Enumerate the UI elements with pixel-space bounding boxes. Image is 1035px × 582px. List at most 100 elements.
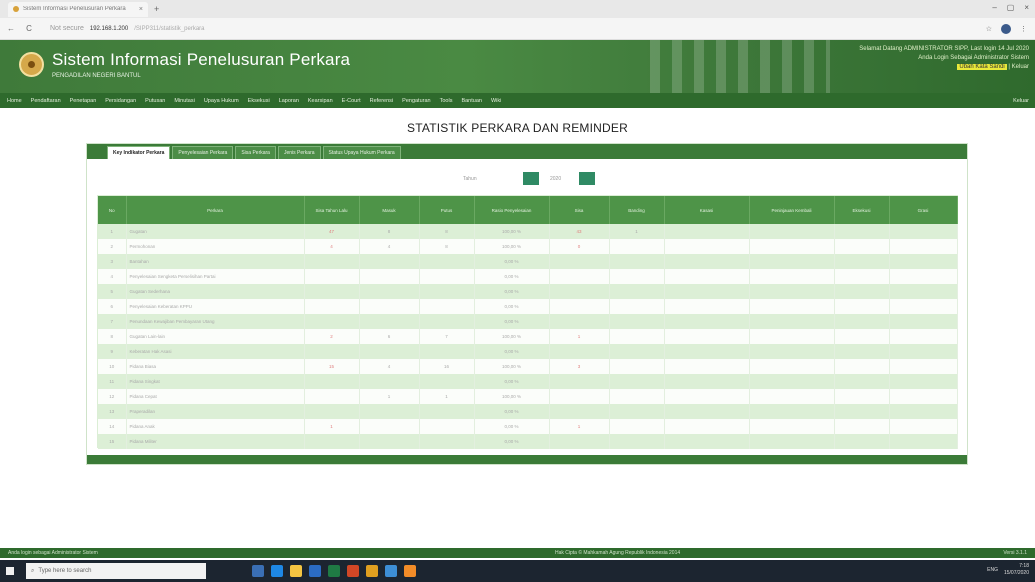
table-cell (359, 269, 420, 284)
table-cell (834, 254, 890, 269)
menu-item-home[interactable]: Home (7, 98, 22, 104)
file-explorer-icon[interactable] (290, 565, 302, 577)
profile-avatar[interactable] (1001, 23, 1011, 34)
column-header[interactable]: Sisa Tahun Lalu (304, 196, 360, 224)
close-window-button[interactable]: × (1024, 3, 1029, 12)
menu-item-persidangan[interactable]: Persidangan (105, 98, 136, 104)
menu-item-putusan[interactable]: Putusan (145, 98, 165, 104)
store-icon[interactable] (385, 565, 397, 577)
table-row[interactable]: 9 Keberatan Hak Asasi 0,00 % (98, 344, 958, 359)
table-row[interactable]: 5 Gugatan Sederhana 0,00 % (98, 284, 958, 299)
table-row[interactable]: 3 Bantahan 0,00 % (98, 254, 958, 269)
browser-tab[interactable]: Sistem Informasi Penelusuran Perkara × (8, 1, 148, 17)
tab-close-icon[interactable]: × (139, 6, 143, 13)
word-icon[interactable] (309, 565, 321, 577)
menu-item-eksekusi[interactable]: Eksekusi (248, 98, 270, 104)
table-row[interactable]: 15 Pidana Militer 0,00 % (98, 434, 958, 449)
menu-item-upaya-hukum[interactable]: Upaya Hukum (204, 98, 239, 104)
menu-item-bantuan[interactable]: Bantuan (461, 98, 482, 104)
start-icon[interactable] (0, 560, 20, 582)
column-header[interactable]: Grasi (889, 196, 958, 224)
table-cell (889, 254, 958, 269)
table-cell (664, 314, 750, 329)
table-cell (419, 254, 475, 269)
menu-item-pengaturan[interactable]: Pengaturan (402, 98, 430, 104)
change-password-link[interactable]: Ubah Kata Sandi (957, 64, 1007, 70)
table-cell (304, 404, 360, 419)
table-cell (749, 284, 835, 299)
browser-menu-icon[interactable]: ⋮ (1020, 25, 1027, 33)
table-row[interactable]: 11 Pidana Singkat 0,00 % (98, 374, 958, 389)
taskbar-search[interactable]: ⌕ Type here to search (26, 563, 206, 579)
new-tab-button[interactable]: + (154, 4, 159, 14)
table-row[interactable]: 14 Pidana Anak 1 0,00 % 1 (98, 419, 958, 434)
minimize-button[interactable]: – (992, 3, 996, 12)
maximize-button[interactable]: ▢ (1007, 3, 1015, 12)
menu-item-laporan[interactable]: Laporan (279, 98, 299, 104)
column-header[interactable]: Perkara (126, 196, 305, 224)
table-cell (304, 254, 360, 269)
prev-year-button[interactable] (523, 172, 539, 185)
tab-penyelesaian[interactable]: Penyelesaian Perkara (172, 146, 234, 159)
column-header[interactable]: No (98, 196, 127, 224)
table-row[interactable]: 13 Praperadilan 0,00 % (98, 404, 958, 419)
task-view-icon[interactable] (252, 565, 264, 577)
table-cell (609, 434, 665, 449)
column-header[interactable]: Sisa (549, 196, 610, 224)
back-button[interactable]: ← (4, 24, 18, 33)
table-row[interactable]: 8 Gugatan Lain-lain 2 6 7 100,00 % 1 (98, 329, 958, 344)
language-indicator[interactable]: ENG (987, 567, 998, 573)
url-path: /SIPP311/statistik_perkara (134, 25, 205, 32)
menu-item-penetapan[interactable]: Penetapan (70, 98, 97, 104)
next-year-button[interactable] (579, 172, 595, 185)
menu-item-wiki[interactable]: Wiki (491, 98, 501, 104)
tab-status-upaya-hukum[interactable]: Status Upaya Hukum Perkara (322, 146, 401, 159)
menu-item-referensi[interactable]: Referensi (370, 98, 394, 104)
menu-item-kearsipan[interactable]: Kearsipan (308, 98, 333, 104)
bookmark-star-icon[interactable]: ☆ (986, 25, 992, 33)
chrome-icon[interactable] (366, 565, 378, 577)
tab-sisa-perkara[interactable]: Sisa Perkara (235, 146, 276, 159)
table-row[interactable]: 12 Pidana Cepat 1 1 100,00 % (98, 389, 958, 404)
app-icon[interactable] (404, 565, 416, 577)
tab-jenis-perkara[interactable]: Jenis Perkara (277, 146, 321, 159)
case-type-cell: Pidana Singkat (126, 374, 305, 389)
table-row[interactable]: 7 Penundaan Kewajiban Pembayaran Utang 0,0… (98, 314, 958, 329)
column-header[interactable]: Kasasi (664, 196, 750, 224)
table-row[interactable]: 10 Pidana Biasa 15 4 16 100,00 % 3 (98, 359, 958, 374)
column-header[interactable]: Putus (419, 196, 475, 224)
case-type-cell: Praperadilan (126, 404, 305, 419)
clock[interactable]: 7:18 15/07/2020 (1004, 563, 1029, 577)
table-cell (749, 404, 835, 419)
logout-link[interactable]: | Keluar (1007, 64, 1029, 70)
menu-item-ecourt[interactable]: E-Court (342, 98, 361, 104)
table-cell: 9 (98, 344, 127, 359)
tab-key-indikator[interactable]: Key Indikator Perkara (107, 146, 171, 159)
table-row[interactable]: 2 Permohonan 4 4 8 100,00 % 0 (98, 239, 958, 254)
table-row[interactable]: 4 Penyelesaian Sengketa Perselisihan Part… (98, 269, 958, 284)
case-type-cell: Penyelesaian Sengketa Perselisihan Parta… (126, 269, 305, 284)
column-header[interactable]: Banding (609, 196, 665, 224)
reload-button[interactable]: C (22, 24, 36, 33)
menu-item-pendaftaran[interactable]: Pendaftaran (31, 98, 61, 104)
menu-item-keluar[interactable]: Keluar (1013, 98, 1029, 104)
edge-icon[interactable] (271, 565, 283, 577)
menu-item-minutasi[interactable]: Minutasi (174, 98, 194, 104)
table-row[interactable]: 1 Gugatan 47 8 8 100,00 % 43 1 (98, 224, 958, 239)
table-cell (889, 419, 958, 434)
url-input[interactable]: Not secure 192.168.1.200 /SIPP311/statis… (46, 21, 866, 36)
court-logo-icon[interactable] (19, 52, 44, 77)
column-header[interactable]: Eksekusi (834, 196, 890, 224)
column-header[interactable]: Peninjauan Kembali (749, 196, 835, 224)
statistics-card: Key Indikator Perkara Penyelesaian Perka… (86, 143, 968, 465)
column-header[interactable]: Masuk (359, 196, 420, 224)
excel-icon[interactable] (328, 565, 340, 577)
case-type-cell: Pidana Cepat (126, 389, 305, 404)
column-header[interactable]: Rasio Penyelesaian (474, 196, 550, 224)
powerpoint-icon[interactable] (347, 565, 359, 577)
table-cell (549, 434, 610, 449)
table-cell: 11 (98, 374, 127, 389)
security-indicator[interactable]: Not secure (50, 25, 84, 32)
table-row[interactable]: 6 Penyelesaian Keberatan KPPU 0,00 % (98, 299, 958, 314)
menu-item-tools[interactable]: Tools (440, 98, 453, 104)
